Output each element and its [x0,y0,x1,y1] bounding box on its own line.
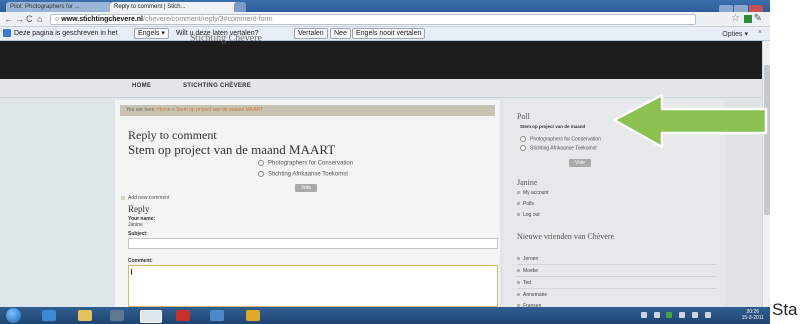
window-controls [718,1,764,14]
tab-label: Pilot: Photographers for ... [10,4,80,10]
radio-button[interactable] [258,160,264,166]
reload-icon[interactable]: C [26,14,33,24]
url-domain: www.stichtingchevere.nl [61,16,144,23]
subject-input[interactable] [128,238,498,249]
site-title[interactable]: Stichting Chèvere [190,33,262,44]
site-header [0,41,762,79]
bookmark-star-icon[interactable]: ☆ [731,13,740,24]
address-bar[interactable]: ○ www.stichtingchevere.nl/chevere/commen… [50,14,696,25]
translate-button[interactable]: Vertalen [294,28,328,39]
folder-icon[interactable] [78,310,92,321]
comment-textarea[interactable] [128,265,498,307]
tray-security-icon[interactable] [666,312,672,318]
poll-option[interactable]: Photographers for Conservation [258,160,353,167]
paint-icon[interactable] [246,310,260,321]
browser-toolbar: ← → C ⌂ ○ www.stichtingchevere.nl/chever… [0,12,770,27]
translate-icon [3,29,11,37]
reply-heading: Reply [128,204,150,214]
options-menu[interactable]: Opties ▾ [722,30,748,38]
poll-heading: Poll [517,112,530,121]
page-scrollbar[interactable] [762,41,770,307]
language-label: Engels [138,30,160,37]
start-button[interactable] [6,308,21,323]
sidebar-vote-button[interactable]: Vote [569,159,592,167]
new-tab-button[interactable] [234,2,246,12]
tray-volume-icon[interactable] [705,312,711,318]
breadcrumb-separator: » [171,107,175,113]
browser-tab-active[interactable]: Reply to comment | Stich... [110,2,238,12]
friend-link[interactable]: Ted [517,280,531,286]
windows-taskbar: 20:26 15-3-2011 [0,307,770,324]
poll-option-label: Photographers for Conservation [530,136,601,143]
acrobat-icon[interactable] [176,310,190,321]
friend-link[interactable]: Annemarie [517,292,547,298]
sidebar-poll-option[interactable]: Stichting Afrikaanse Toekomst [520,145,597,151]
poll-option-label: Stichting Afrikaanse Toekomst [530,145,597,152]
user-link[interactable]: Polls [517,201,534,207]
main-content: You are here: Home » Stem op project van… [115,100,500,307]
clock-date: 15-3-2011 [741,315,764,321]
tray-network-icon[interactable] [641,312,647,318]
extension-icon[interactable] [744,15,752,23]
system-clock[interactable]: 20:26 15-3-2011 [742,309,764,321]
never-translate-button[interactable]: Engels nooit vertalen [352,28,426,39]
chrome-icon[interactable] [140,310,162,323]
wrench-icon[interactable]: ✎ [754,13,762,24]
vote-button[interactable]: Vote [295,184,318,192]
subject-label: Subject: [128,231,148,237]
poll-question: Stem op project van de maand [520,124,586,129]
radio-button[interactable] [520,136,526,142]
user-link[interactable]: Log out [517,212,540,218]
breadcrumb-current[interactable]: Stem op project van de maand MAART [176,107,263,113]
poll-option-label: Photographers for Conservation [268,160,354,167]
sidebar-poll-option[interactable]: Photographers for Conservation [520,136,601,142]
translate-message: Deze pagina is geschreven in het [14,30,118,37]
screenshot: Pilot: Photographers for ... Reply to co… [0,0,770,324]
add-comment-link[interactable]: Add new comment [120,195,169,201]
poll-option[interactable]: Stichting Afrikaanse Toekomst [258,171,348,178]
breadcrumb-prefix: You are here: [126,107,156,113]
divider [517,264,717,265]
url-path: /chevere/comment/reply/3#comment-form [143,16,273,23]
tray-flag-icon[interactable] [679,312,685,318]
no-button[interactable]: Nee [330,28,351,39]
divider [517,276,717,277]
breadcrumb-home-link[interactable]: Home [157,107,170,113]
poll-title: Stem op project van de maand MAART [128,142,336,157]
user-block-heading: Janine [517,178,538,187]
tab-label: Reply to comment | Stich... [114,4,186,10]
nav-stichting-chevere[interactable]: STICHTING CHÈVERE [183,83,251,89]
user-link[interactable]: My account [517,190,549,196]
annotation-arrow-icon [612,93,768,149]
divider [517,288,717,289]
friends-heading: Nieuwe vrienden van Chèvere [517,232,615,241]
breadcrumb: You are here: Home » Stem op project van… [120,105,495,116]
tray-arrow-icon[interactable] [654,312,660,318]
browser-titlebar: Pilot: Photographers for ... Reply to co… [0,0,770,14]
browser-tab[interactable]: Pilot: Photographers for ... [6,2,112,12]
friend-link[interactable]: Moeke [517,268,538,274]
media-player-icon[interactable] [110,310,124,321]
text-caret [131,269,132,275]
close-infobar-icon[interactable]: × [758,29,762,36]
page-title: Reply to comment [128,128,217,142]
friend-link[interactable]: Jeroen [517,256,538,262]
options-label: Opties [722,31,743,38]
your-name-value: Janine [128,222,143,228]
comment-label: Comment: [128,258,153,264]
language-select[interactable]: Engels ▾ [134,28,169,39]
poll-option-label: Stichting Afrikaanse Toekomst [268,171,348,178]
forward-arrow-icon[interactable]: → [15,14,24,24]
radio-button[interactable] [520,145,526,151]
overlay-text: Sta [772,300,798,319]
back-arrow-icon[interactable]: ← [4,14,13,24]
nav-home[interactable]: HOME [132,83,151,89]
tray-signal-icon[interactable] [692,312,698,318]
home-icon[interactable]: ⌂ [37,14,42,24]
radio-button[interactable] [258,171,264,177]
translate-infobar: Deze pagina is geschreven in het Engels … [0,27,770,41]
ie-icon[interactable] [42,310,56,321]
outlook-icon[interactable] [210,310,224,321]
